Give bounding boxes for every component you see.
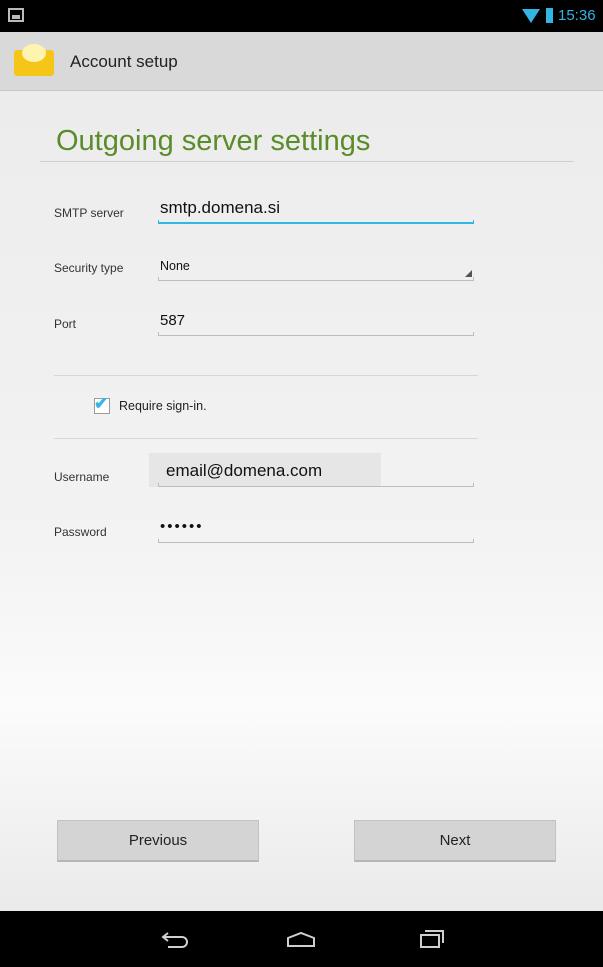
page-title: Outgoing server settings <box>56 125 371 157</box>
smtp-server-input[interactable]: smtp.domena.si <box>158 198 474 224</box>
dropdown-arrow-icon <box>465 270 472 277</box>
heading-divider <box>40 161 574 162</box>
wifi-icon <box>522 9 540 23</box>
status-bar: 15:36 <box>0 0 603 32</box>
require-signin-checkbox[interactable]: ✔ <box>94 394 110 414</box>
port-label: Port <box>54 317 77 331</box>
action-bar: Account setup <box>0 32 603 91</box>
next-button[interactable]: Next <box>354 820 556 862</box>
port-value: 587 <box>160 312 186 329</box>
smtp-server-label: SMTP server <box>54 206 124 220</box>
action-bar-title: Account setup <box>70 52 178 71</box>
security-type-label: Security type <box>54 261 124 275</box>
password-input[interactable]: •••••• <box>158 517 474 543</box>
recent-apps-icon[interactable] <box>418 929 446 949</box>
security-type-value: None <box>160 259 190 273</box>
section-divider <box>54 438 478 439</box>
navigation-bar <box>0 911 603 967</box>
battery-icon <box>546 8 553 23</box>
port-input[interactable]: 587 <box>158 310 474 336</box>
email-envelope-icon[interactable] <box>14 44 54 76</box>
username-label: Username <box>54 470 110 484</box>
password-label: Password <box>54 525 107 539</box>
require-signin-label[interactable]: Require sign-in. <box>119 399 207 413</box>
gallery-notification-icon <box>8 8 24 22</box>
smtp-server-value: smtp.domena.si <box>160 198 280 217</box>
username-value: email@domena.com <box>166 461 323 480</box>
checkmark-icon: ✔ <box>94 394 109 413</box>
status-time: 15:36 <box>558 7 596 24</box>
home-icon[interactable] <box>286 931 316 947</box>
username-input[interactable]: email@domena.com <box>158 461 474 487</box>
outgoing-settings-form: Outgoing server settings SMTP server smt… <box>0 91 603 911</box>
section-divider <box>54 375 478 376</box>
password-value: •••••• <box>160 518 204 535</box>
previous-button[interactable]: Previous <box>57 820 259 862</box>
back-icon[interactable] <box>160 929 192 949</box>
security-type-dropdown[interactable]: None <box>158 255 474 281</box>
